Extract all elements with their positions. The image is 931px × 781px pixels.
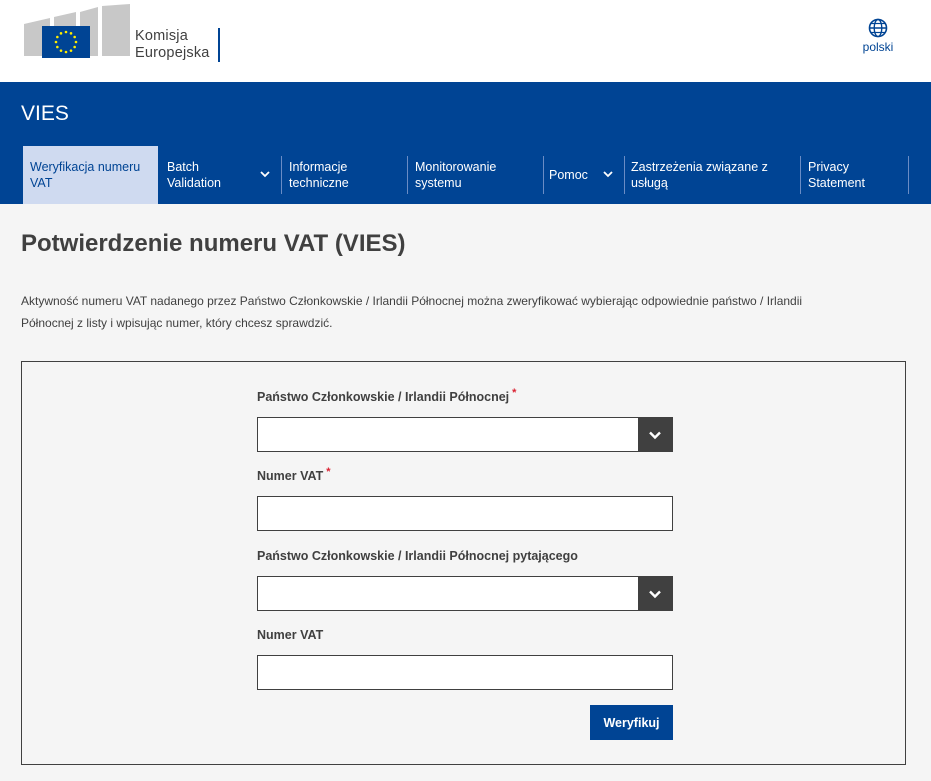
nav-item-privacy-statement[interactable]: Privacy Statement — [801, 146, 907, 204]
nav-divider — [908, 156, 909, 194]
eu-star-icon — [59, 49, 63, 52]
ec-logo-text: Komisja Europejska — [135, 28, 210, 62]
org-name-line2: Europejska — [135, 45, 210, 61]
requester-vat-number-input[interactable] — [257, 655, 673, 690]
eu-star-icon — [59, 32, 63, 35]
ec-logo-icon — [24, 4, 130, 58]
vat-number-label-text: Numer VAT — [257, 469, 324, 483]
nav-label-line2: systemu — [415, 176, 462, 190]
nav-item-help[interactable]: Pomoc — [542, 146, 623, 204]
nav-label-line1: Privacy — [808, 160, 849, 174]
eu-star-icon — [73, 35, 76, 39]
page-title: Potwierdzenie numeru VAT (VIES) — [21, 230, 406, 257]
eu-star-icon — [56, 45, 59, 49]
top-bar: Komisja Europejska polski — [0, 0, 931, 82]
requester-vat-number-label: Numer VAT — [257, 628, 324, 642]
nav-label-line1: Zastrzeżenia związane z — [631, 160, 768, 174]
site-header: VIES Weryfikacja numeru VAT Batch Valida… — [0, 82, 931, 204]
nav-item-system-monitoring[interactable]: Monitorowanie systemu — [408, 146, 542, 204]
chevron-down-icon — [649, 590, 661, 598]
nav-item-batch-validation[interactable]: Batch Validation — [160, 146, 280, 204]
nav-label-line2: techniczne — [289, 176, 349, 190]
required-mark: * — [512, 387, 517, 399]
nav-item-verify-vat[interactable]: Weryfikacja numeru VAT — [23, 146, 158, 204]
nav-label-line1: Monitorowanie — [415, 160, 497, 174]
chevron-down-icon — [603, 171, 613, 178]
member-state-dropdown-button[interactable] — [638, 418, 672, 451]
nav-item-technical-info[interactable]: Informacje techniczne — [282, 146, 406, 204]
member-state-label: Państwo Członkowskie / Irlandii Północne… — [257, 387, 517, 404]
nav-label-line1: Batch — [167, 160, 199, 174]
site-name: VIES — [21, 102, 69, 125]
intro-text: Aktywność numeru VAT nadanego przez Pańs… — [21, 290, 891, 334]
member-state-label-text: Państwo Członkowskie / Irlandii Północne… — [257, 390, 510, 404]
eu-star-icon — [64, 50, 68, 54]
eu-star-icon — [64, 30, 68, 34]
requester-state-dropdown-button[interactable] — [638, 577, 672, 610]
european-commission-logo[interactable]: Komisja Europejska — [20, 4, 230, 62]
nav-label-line2: Statement — [808, 176, 865, 190]
verify-button[interactable]: Weryfikuj — [590, 705, 673, 740]
vat-verification-form: Państwo Członkowskie / Irlandii Północne… — [21, 361, 906, 765]
chevron-down-icon — [260, 171, 270, 178]
eu-star-icon — [69, 32, 73, 35]
eu-star-icon — [56, 35, 59, 39]
language-label: polski — [862, 40, 894, 54]
intro-line1: Aktywność numeru VAT nadanego przez Pańs… — [21, 294, 803, 308]
globe-icon — [868, 18, 888, 38]
requester-member-state-select[interactable] — [257, 576, 673, 611]
vat-number-input[interactable] — [257, 496, 673, 531]
member-state-select[interactable] — [257, 417, 673, 452]
required-mark: * — [326, 466, 331, 478]
nav-label-line2: VAT — [30, 176, 53, 190]
org-name-line1: Komisja — [135, 28, 188, 44]
eu-star-icon — [69, 49, 73, 52]
nav-label-line1: Pomoc — [549, 168, 588, 182]
logo-divider — [218, 28, 220, 62]
nav-label-line1: Informacje — [289, 160, 348, 174]
nav-label-line2: usługą — [631, 176, 668, 190]
eu-star-icon — [73, 45, 76, 49]
nav-item-disclaimer[interactable]: Zastrzeżenia związane z usługą — [624, 146, 799, 204]
intro-line2: Północnej z listy i wpisując numer, któr… — [21, 316, 333, 330]
nav-label-line1: Weryfikacja numeru — [30, 160, 141, 174]
chevron-down-icon — [649, 431, 661, 439]
vat-number-label: Numer VAT * — [257, 466, 331, 483]
eu-star-icon — [54, 40, 58, 44]
eu-star-icon — [74, 40, 78, 44]
requester-member-state-label: Państwo Członkowskie / Irlandii Północne… — [257, 549, 578, 563]
language-selector[interactable]: polski — [856, 18, 900, 54]
nav-label-line2: Validation — [167, 176, 221, 190]
